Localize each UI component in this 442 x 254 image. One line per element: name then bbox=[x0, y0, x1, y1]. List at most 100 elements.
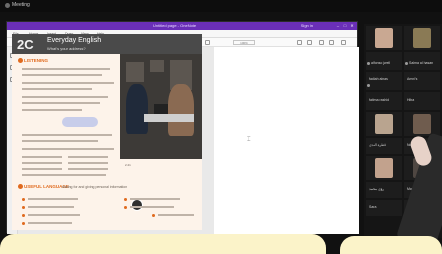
participant-tile[interactable] bbox=[366, 112, 402, 136]
more-icon[interactable] bbox=[307, 40, 312, 45]
mic-icon bbox=[367, 84, 370, 87]
unit-title: Everyday English bbox=[47, 37, 102, 44]
account-label[interactable]: Sign in bbox=[301, 23, 313, 28]
meeting-top-bar: Meeting bbox=[0, 0, 442, 12]
person-left bbox=[126, 84, 148, 134]
text-line bbox=[22, 174, 106, 176]
text-line bbox=[68, 162, 108, 164]
text-line bbox=[22, 162, 62, 164]
wall-picture bbox=[150, 60, 164, 72]
participant-name: fatima rashid bbox=[369, 98, 390, 102]
text-line bbox=[28, 222, 72, 224]
text-line bbox=[22, 134, 112, 136]
list-bullet-icon bbox=[22, 222, 25, 225]
participant-tile[interactable]: Sara bbox=[366, 200, 402, 216]
notifications-icon[interactable] bbox=[319, 40, 324, 45]
text-line bbox=[130, 206, 174, 208]
person-right bbox=[168, 84, 194, 136]
unit-number: 2C bbox=[17, 37, 34, 52]
maximize-button[interactable]: □ bbox=[342, 23, 348, 28]
text-line bbox=[68, 168, 108, 170]
text-line bbox=[22, 140, 98, 142]
blank-page-area[interactable]: ⌶ bbox=[214, 47, 359, 234]
meeting-status-icon bbox=[5, 3, 10, 8]
text-line bbox=[22, 102, 100, 104]
section-bullet-icon bbox=[18, 58, 23, 64]
immersive-reader-icon[interactable] bbox=[205, 40, 210, 45]
participant-tile[interactable]: alfonso jwell bbox=[366, 52, 402, 70]
list-bullet-icon bbox=[22, 214, 25, 217]
listening-heading-text: LISTENING bbox=[24, 58, 49, 63]
settings-icon[interactable] bbox=[341, 40, 346, 45]
text-line bbox=[22, 82, 114, 84]
list-bullet-icon bbox=[124, 206, 127, 209]
text-line bbox=[22, 74, 102, 76]
participant-video bbox=[413, 28, 431, 48]
list-bullet-icon bbox=[22, 206, 25, 209]
text-line bbox=[158, 214, 194, 216]
participant-name: Sara bbox=[369, 205, 377, 209]
video-still-photo bbox=[120, 54, 202, 159]
play-icon[interactable] bbox=[131, 199, 143, 211]
mic-icon bbox=[367, 62, 370, 65]
participant-video bbox=[413, 114, 431, 134]
unit-subtitle: What's your address? bbox=[47, 46, 86, 51]
photo-caption: 2.21 bbox=[125, 163, 131, 167]
text-line bbox=[22, 168, 62, 170]
text-line bbox=[68, 156, 108, 158]
participant-tile[interactable]: قطرة الندى bbox=[366, 138, 402, 154]
participant-tile[interactable] bbox=[366, 156, 402, 180]
participant-tile[interactable]: fatima rashid bbox=[366, 92, 402, 110]
useful-language-subtitle: Asking for and giving personal informati… bbox=[62, 185, 128, 189]
wall-picture bbox=[126, 62, 144, 82]
participant-name: alfonso jwell bbox=[371, 61, 391, 65]
participant-tile[interactable] bbox=[366, 26, 402, 50]
close-button[interactable]: ✕ bbox=[349, 23, 355, 28]
participant-name: قطرة الندى bbox=[369, 143, 386, 147]
participant-tile[interactable]: Salma al hasan bbox=[404, 52, 440, 70]
listening-heading: LISTENING bbox=[18, 58, 49, 64]
participant-tile[interactable]: Hiba bbox=[404, 92, 440, 110]
text-line bbox=[22, 88, 92, 90]
share-icon[interactable] bbox=[297, 40, 302, 45]
participant-tile[interactable]: fadiah alnas bbox=[366, 72, 402, 90]
text-line bbox=[28, 198, 78, 200]
desk bbox=[144, 114, 194, 122]
participant-tile[interactable]: Amni's bbox=[404, 72, 440, 90]
participant-name: Hiba bbox=[407, 98, 415, 102]
textbook-page-image[interactable]: 2C Everyday English What's your address?… bbox=[12, 34, 202, 230]
meeting-title: Meeting bbox=[12, 2, 30, 8]
zoom-indicator[interactable]: 100% bbox=[233, 40, 255, 45]
text-line bbox=[22, 148, 114, 150]
participant-video bbox=[375, 114, 393, 134]
text-cursor-icon: ⌶ bbox=[247, 137, 251, 143]
list-bullet-icon bbox=[22, 198, 25, 201]
screen-glare bbox=[340, 236, 442, 254]
laptop bbox=[154, 104, 168, 114]
section-bullet-icon bbox=[18, 184, 23, 190]
screen-glare bbox=[0, 234, 326, 254]
mic-icon bbox=[405, 62, 408, 65]
participant-video bbox=[375, 158, 393, 178]
app-title-bar: Untitled page - OneNote Sign in – □ ✕ bbox=[7, 22, 357, 30]
app-title: Untitled page - OneNote bbox=[153, 23, 197, 28]
participant-tile[interactable] bbox=[404, 26, 440, 50]
text-line bbox=[22, 96, 108, 98]
text-line bbox=[22, 156, 62, 158]
text-line bbox=[22, 68, 110, 70]
participant-tile[interactable]: رؤى محمد bbox=[366, 182, 402, 198]
text-line bbox=[130, 198, 180, 200]
participant-name: Amni's bbox=[407, 77, 418, 81]
unit-header: 2C Everyday English What's your address? bbox=[12, 34, 202, 54]
participant-video bbox=[375, 28, 393, 48]
speech-bubble bbox=[62, 117, 98, 127]
minimize-button[interactable]: – bbox=[335, 23, 341, 28]
search-icon[interactable] bbox=[329, 40, 334, 45]
participant-name: fadiah alnas bbox=[369, 77, 388, 81]
participant-tile[interactable] bbox=[404, 112, 440, 136]
text-line bbox=[28, 206, 74, 208]
participant-name: رؤى محمد bbox=[369, 187, 385, 191]
text-line bbox=[22, 109, 82, 111]
list-bullet-icon bbox=[152, 214, 155, 217]
list-bullet-icon bbox=[124, 198, 127, 201]
